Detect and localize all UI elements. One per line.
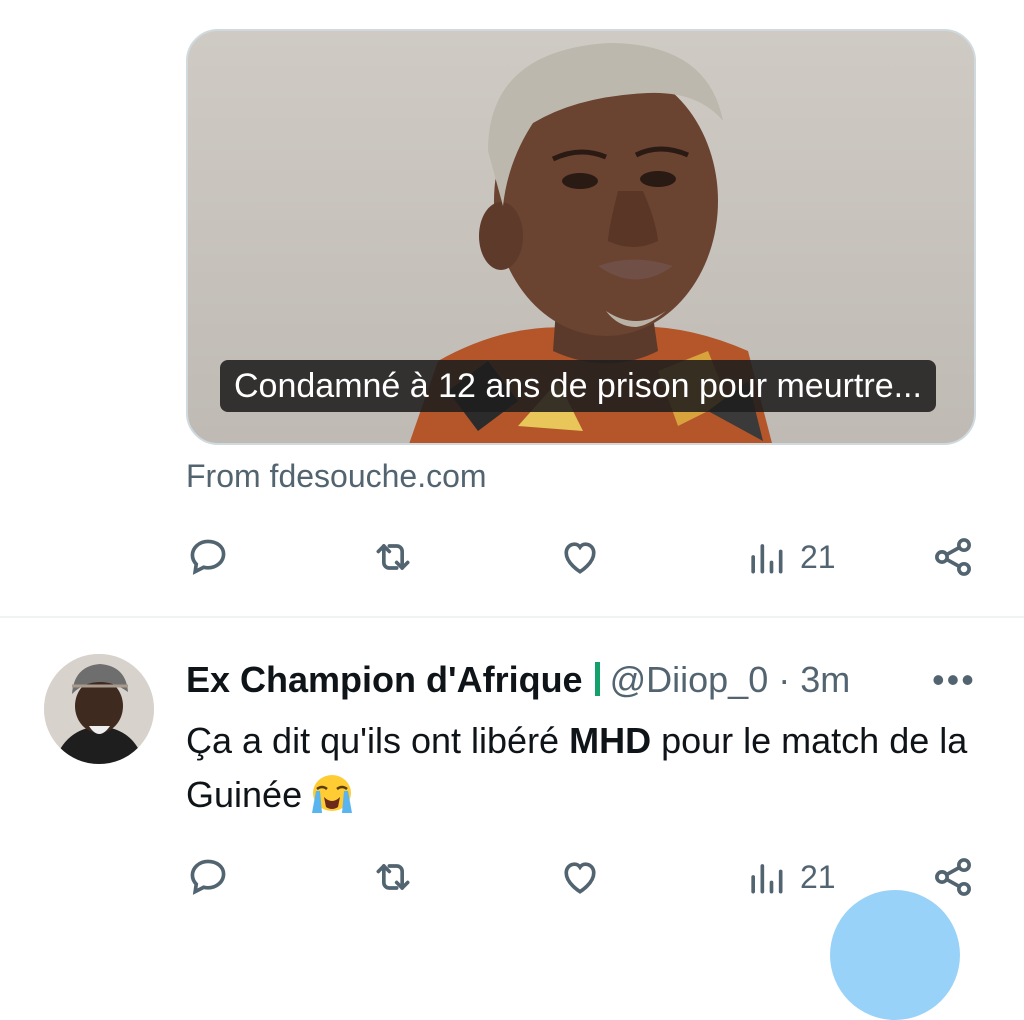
tweet-action-bar: 21	[186, 852, 986, 902]
like-icon	[564, 542, 596, 574]
tweet-text: Ça a dit qu'ils ont libéré MHD pour le m…	[186, 714, 986, 822]
retweet-icon	[376, 864, 410, 890]
compose-fab-button[interactable]	[830, 890, 960, 1020]
share-button[interactable]	[931, 852, 975, 902]
like-button[interactable]	[558, 852, 602, 902]
views-count: 21	[800, 538, 836, 575]
more-options-button[interactable]: •••	[932, 656, 976, 704]
avatar[interactable]	[44, 654, 154, 764]
reply-button[interactable]	[186, 852, 230, 902]
retweet-icon	[376, 544, 410, 570]
top-action-bar: 21	[186, 532, 986, 582]
tweet-header: Ex Champion d'Afrique @Diiop_0 · 3m	[186, 656, 850, 704]
loudly-crying-face-icon	[312, 775, 353, 813]
link-source[interactable]: From fdesouche.com	[186, 458, 487, 495]
like-button[interactable]	[558, 532, 602, 582]
author-handle[interactable]: @Diiop_0	[610, 659, 769, 700]
views-icon	[751, 544, 783, 574]
flag-bar	[594, 662, 600, 696]
avatar-image	[44, 654, 154, 764]
share-icon	[935, 538, 971, 576]
share-button[interactable]	[931, 532, 975, 582]
views-icon	[751, 864, 783, 894]
tweet-text-bold: MHD	[569, 720, 652, 761]
tweet-time[interactable]: 3m	[800, 659, 850, 700]
retweet-button[interactable]	[371, 532, 415, 582]
views-button[interactable]: 21	[744, 852, 836, 902]
separator-dot: ·	[778, 659, 791, 700]
author-name[interactable]: Ex Champion d'Afrique	[186, 659, 583, 700]
link-card-caption: Condamné à 12 ans de prison pour meurtre…	[220, 360, 936, 412]
share-icon	[935, 858, 971, 896]
tweet-divider	[0, 616, 1024, 618]
views-count: 21	[800, 858, 836, 895]
views-button[interactable]: 21	[744, 532, 836, 582]
like-icon	[564, 862, 596, 894]
retweet-button[interactable]	[371, 852, 415, 902]
reply-icon	[190, 539, 226, 575]
link-card[interactable]: Condamné à 12 ans de prison pour meurtre…	[186, 29, 976, 445]
reply-icon	[190, 859, 226, 895]
tweet-text-part1: Ça a dit qu'ils ont libéré	[186, 720, 570, 761]
reply-button[interactable]	[186, 532, 230, 582]
